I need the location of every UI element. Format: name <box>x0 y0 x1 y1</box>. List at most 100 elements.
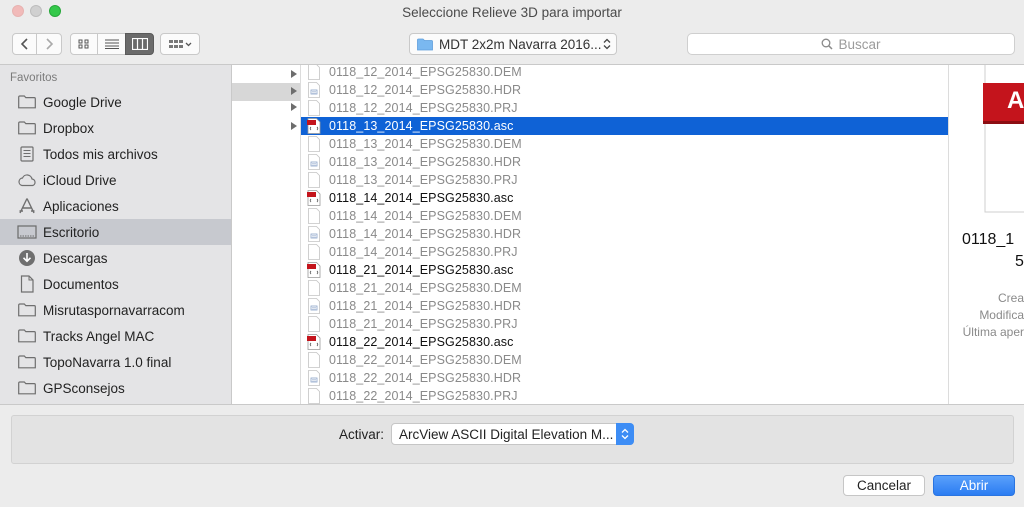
dem-file-icon <box>307 136 321 152</box>
dem-file-icon <box>307 208 321 224</box>
file-name: 0118_12_2014_EPSG25830.HDR <box>329 83 522 97</box>
file-row[interactable]: 0118_21_2014_EPSG25830.HDR <box>301 297 948 315</box>
search-field[interactable]: Buscar <box>687 33 1015 55</box>
sidebar-item-aplicaciones[interactable]: Aplicaciones <box>0 193 231 219</box>
dem-file-icon <box>307 65 321 80</box>
prj-file-icon <box>307 244 321 260</box>
file-name: 0118_13_2014_EPSG25830.DEM <box>329 137 522 151</box>
preview-badge-text: A <box>1007 87 1024 114</box>
hdr-file-icon <box>307 154 321 170</box>
back-button[interactable] <box>12 33 37 55</box>
file-name: 0118_22_2014_EPSG25830.DEM <box>329 353 522 367</box>
sidebar-item-escritorio[interactable]: Escritorio <box>0 219 231 245</box>
file-row[interactable]: 0118_22_2014_EPSG25830.HDR <box>301 369 948 387</box>
search-icon <box>822 38 834 50</box>
folder-icon <box>17 119 37 137</box>
file-row-selected[interactable]: 0118_13_2014_EPSG25830.asc <box>301 117 948 135</box>
file-row[interactable]: 0118_12_2014_EPSG25830.HDR <box>301 81 948 99</box>
sidebar-item-label: Escritorio <box>43 224 100 240</box>
file-row[interactable]: 0118_14_2014_EPSG25830.PRJ <box>301 243 948 261</box>
sidebar-item-documentos[interactable]: Documentos <box>0 271 231 297</box>
file-name: 0118_22_2014_EPSG25830.asc <box>329 335 514 349</box>
file-name: 0118_13_2014_EPSG25830.PRJ <box>329 173 518 187</box>
enable-label: Activar: <box>339 427 385 442</box>
folder-icon <box>17 93 37 111</box>
sidebar-item-gpsconsejos[interactable]: GPSconsejos <box>0 375 231 401</box>
file-name: 0118_12_2014_EPSG25830.PRJ <box>329 101 518 115</box>
list-view-button[interactable] <box>97 33 126 55</box>
file-row[interactable]: 0118_13_2014_EPSG25830.PRJ <box>301 171 948 189</box>
sidebar-item-label: iCloud Drive <box>43 172 117 188</box>
dem-file-icon <box>307 280 321 296</box>
sidebar-item-todos-mis-archivos[interactable]: Todos mis archivos <box>0 141 231 167</box>
all-files-icon <box>17 145 37 163</box>
desktop-icon <box>17 223 37 241</box>
file-row[interactable]: 0118_14_2014_EPSG25830.asc <box>301 189 948 207</box>
file-name: 0118_22_2014_EPSG25830.PRJ <box>329 389 518 403</box>
asc-file-icon <box>307 190 321 206</box>
sidebar-heading: Favoritos <box>10 72 58 84</box>
sidebar-item-label: Tracks Angel MAC <box>43 328 155 344</box>
format-select[interactable]: ArcView ASCII Digital Elevation M... <box>391 423 634 445</box>
bottom-divider <box>0 404 1024 405</box>
sidebar-item-google-drive[interactable]: Google Drive <box>0 89 231 115</box>
chevron-left-icon <box>20 38 28 50</box>
file-list-column[interactable]: 0118_12_2014_EPSG25830.DEM 0118_12_2014_E… <box>301 65 949 404</box>
file-row[interactable]: 0118_21_2014_EPSG25830.asc <box>301 261 948 279</box>
folder-icon <box>17 353 37 371</box>
file-row[interactable]: 0118_12_2014_EPSG25830.DEM <box>301 65 948 81</box>
sidebar-item-label: Misrutaspornavarracom <box>43 302 185 318</box>
column-row[interactable] <box>232 118 300 136</box>
file-row[interactable]: 0118_13_2014_EPSG25830.DEM <box>301 135 948 153</box>
cancel-button[interactable]: Cancelar <box>843 475 925 496</box>
disclosure-arrow-icon <box>291 70 297 78</box>
sidebar-item-label: Todos mis archivos <box>43 146 158 162</box>
file-row[interactable]: 0118_22_2014_EPSG25830.asc <box>301 333 948 351</box>
sidebar-item-dropbox[interactable]: Dropbox <box>0 115 231 141</box>
icon-view-button[interactable] <box>70 33 98 55</box>
file-row[interactable]: 0118_12_2014_EPSG25830.PRJ <box>301 99 948 117</box>
list-view-icon <box>104 39 119 49</box>
asc-file-icon <box>307 262 321 278</box>
file-name: 0118_21_2014_EPSG25830.asc <box>329 263 514 277</box>
column-view-button[interactable] <box>125 33 154 55</box>
column-row[interactable] <box>232 99 300 117</box>
sidebar-item-misrutaspornavarracom[interactable]: Misrutaspornavarracom <box>0 297 231 323</box>
cover-flow-button[interactable] <box>160 33 200 55</box>
forward-button[interactable] <box>36 33 62 55</box>
folder-icon <box>17 327 37 345</box>
window-title: Seleccione Relieve 3D para importar <box>402 5 622 20</box>
open-button[interactable]: Abrir <box>933 475 1015 496</box>
sidebar-item-label: TopoNavarra 1.0 final <box>43 354 172 370</box>
sidebar-item-descargas[interactable]: Descargas <box>0 245 231 271</box>
sidebar-item-toponavarra-1-0-final[interactable]: TopoNavarra 1.0 final <box>0 349 231 375</box>
preview-last-opened-label: Última aper <box>962 325 1024 339</box>
sidebar-item-tracks-angel-mac[interactable]: Tracks Angel MAC <box>0 323 231 349</box>
hdr-file-icon <box>307 82 321 98</box>
asc-file-icon <box>307 334 321 350</box>
file-row[interactable]: 0118_14_2014_EPSG25830.HDR <box>301 225 948 243</box>
format-select-value: ArcView ASCII Digital Elevation M... <box>399 426 614 442</box>
format-select-stepper[interactable] <box>616 423 634 445</box>
file-name: 0118_14_2014_EPSG25830.PRJ <box>329 245 518 259</box>
file-name: 0118_21_2014_EPSG25830.DEM <box>329 281 522 295</box>
parent-column[interactable] <box>232 65 301 404</box>
sidebar-item-label: Aplicaciones <box>43 198 119 214</box>
file-row[interactable]: 0118_22_2014_EPSG25830.PRJ <box>301 387 948 404</box>
preview-file-name-continued: 5 <box>1015 253 1024 270</box>
sidebar-item-icloud-drive[interactable]: iCloud Drive <box>0 167 231 193</box>
sidebar-item-label: Google Drive <box>43 94 122 110</box>
file-row[interactable]: 0118_13_2014_EPSG25830.HDR <box>301 153 948 171</box>
asc-file-icon <box>307 118 321 134</box>
sidebar-item-label: GPSconsejos <box>43 380 125 396</box>
file-row[interactable]: 0118_21_2014_EPSG25830.DEM <box>301 279 948 297</box>
location-popup[interactable]: MDT 2x2m Navarra 2016... <box>409 33 617 55</box>
prj-file-icon <box>307 100 321 116</box>
file-name: 0118_12_2014_EPSG25830.DEM <box>329 65 522 79</box>
file-name: 0118_13_2014_EPSG25830.asc <box>329 119 514 133</box>
file-row[interactable]: 0118_21_2014_EPSG25830.PRJ <box>301 315 948 333</box>
column-row[interactable] <box>232 66 300 84</box>
file-row[interactable]: 0118_14_2014_EPSG25830.DEM <box>301 207 948 225</box>
hdr-file-icon <box>307 298 321 314</box>
file-row[interactable]: 0118_22_2014_EPSG25830.DEM <box>301 351 948 369</box>
